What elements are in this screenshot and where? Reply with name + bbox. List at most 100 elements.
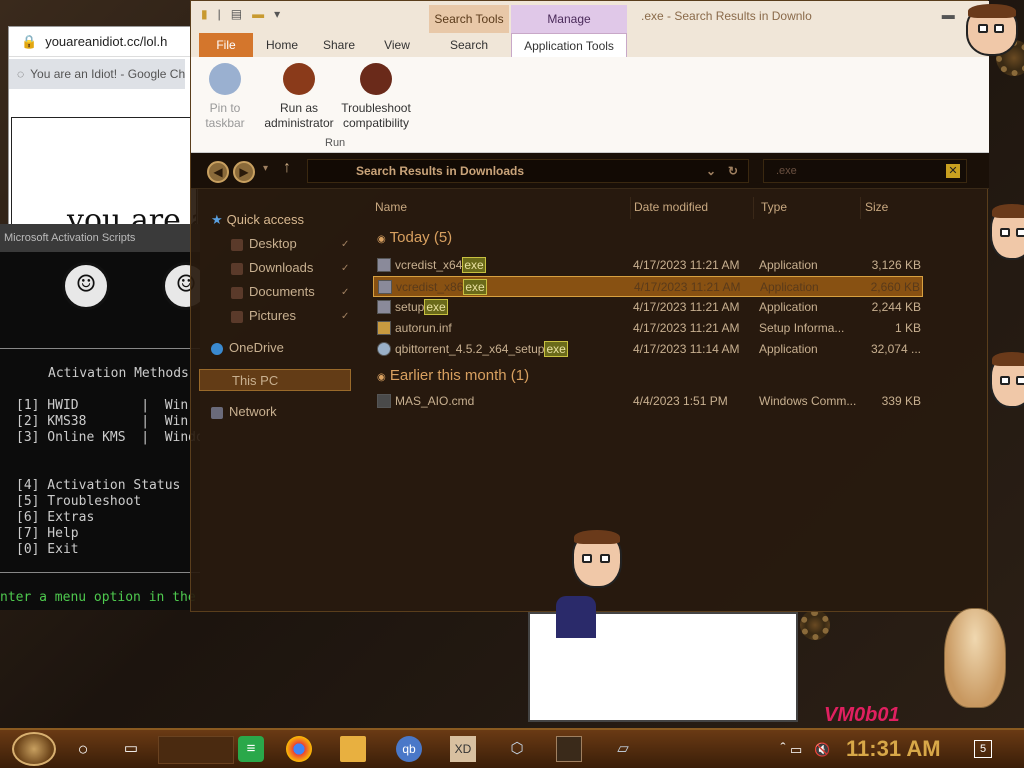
menu-option: [2] KMS38 | Win	[16, 414, 189, 429]
collapse-icon: ◉	[377, 234, 386, 245]
idiot-text: you are an idiot	[67, 203, 196, 225]
address-bar[interactable]: 🔒 youareanidiot.cc/lol.h	[9, 27, 197, 57]
disk-app-icon[interactable]: ▱	[610, 736, 636, 762]
menu-option: [1] HWID | Win	[16, 398, 189, 413]
file-date: 4/17/2023 11:21 AM	[633, 321, 740, 335]
notes-app-icon[interactable]: ≡	[238, 736, 264, 762]
tab-share[interactable]: Share	[311, 33, 367, 57]
file-type: Application	[759, 300, 818, 314]
navigation-pane: ★ Quick access Desktop ✓ Downloads ✓ Docu…	[191, 189, 361, 613]
ribbon-tab-bar: ▮ | ▤ ▬ ▾ Search Tools Manage .exe - Sea…	[191, 1, 989, 57]
cartoon-body	[556, 596, 596, 638]
gear-decoration	[800, 610, 830, 640]
cmd-prompt[interactable]: nter a menu option in the keyboard [1,2,…	[0, 590, 200, 605]
nav-item-this-pc[interactable]: This PC	[199, 369, 351, 391]
network-icon[interactable]: ▭	[790, 742, 802, 758]
tab-file[interactable]: File	[199, 33, 253, 57]
file-explorer-window[interactable]: ▮ | ▤ ▬ ▾ Search Tools Manage .exe - Sea…	[190, 0, 989, 613]
refresh-icon[interactable]: ↻	[728, 160, 738, 182]
downloads-icon	[231, 262, 243, 275]
file-ext-highlight: exe	[463, 279, 487, 295]
file-name: autorun.inf	[395, 321, 452, 335]
browser-tab[interactable]: ◌ You are an Idiot! - Google Ch	[9, 59, 186, 89]
tab-application-tools[interactable]: Application Tools	[511, 33, 627, 57]
minimize-icon[interactable]: ▬	[942, 7, 955, 23]
nav-item-network[interactable]: Network	[211, 401, 277, 423]
group-label: Today (5)	[389, 229, 453, 246]
table-row[interactable]: qbittorrent_4.5.2_x64_setup exe 4/17/2023…	[373, 339, 923, 360]
table-row[interactable]: MAS_AIO.cmd 4/4/2023 1:51 PM Windows Com…	[373, 391, 923, 412]
file-name: vcredist_x86 exe	[396, 279, 487, 295]
column-header-name[interactable]: Name	[375, 197, 631, 219]
up-arrow-icon[interactable]: ↑	[283, 159, 291, 177]
chrome-icon[interactable]	[286, 736, 312, 762]
clear-search-icon[interactable]: ✕	[946, 164, 960, 178]
cartoon-face-icon	[990, 204, 1024, 260]
recent-locations-icon[interactable]: ▾	[263, 163, 268, 174]
search-circle-icon[interactable]: ○	[70, 736, 96, 762]
nav-item-downloads[interactable]: Downloads	[231, 257, 313, 279]
column-header-type[interactable]: Type	[761, 197, 861, 219]
tab-view[interactable]: View	[369, 33, 425, 57]
table-row[interactable]: vcredist_x64 exe 4/17/2023 11:21 AM Appli…	[373, 255, 923, 276]
documents-icon	[231, 286, 243, 299]
volume-muted-icon[interactable]: 🔇	[814, 742, 830, 758]
file-name: vcredist_x64 exe	[395, 257, 486, 273]
new-folder-icon[interactable]: ▬	[252, 7, 264, 21]
divider	[0, 572, 200, 573]
task-view-icon[interactable]: ▭	[118, 736, 144, 762]
quick-access-toolbar: ▮ | ▤ ▬ ▾	[201, 7, 280, 21]
nav-item-documents[interactable]: Documents	[231, 281, 315, 303]
chrome-window[interactable]: ◌ You are an Idiot! - Google Ch 🔒 youare…	[8, 26, 198, 226]
column-header-size[interactable]: Size	[865, 197, 925, 219]
group-header-today[interactable]: ◉ Today (5)	[377, 229, 452, 246]
file-explorer-icon[interactable]	[340, 736, 366, 762]
ribbon-panel: Pin to taskbar Run as administrator Trou…	[191, 57, 989, 153]
inf-file-icon	[377, 321, 391, 335]
table-row[interactable]: autorun.inf 4/17/2023 11:21 AM Setup Inf…	[373, 318, 923, 339]
desktop-icon	[231, 238, 243, 251]
nav-item-desktop[interactable]: Desktop	[231, 233, 297, 255]
nav-label: Network	[229, 404, 277, 419]
forward-button[interactable]: ▶	[233, 161, 255, 183]
installer-icon	[378, 280, 392, 294]
properties-icon[interactable]: ▤	[231, 7, 242, 21]
folder-icon[interactable]: ▮	[201, 7, 208, 21]
tab-search[interactable]: Search	[429, 33, 509, 57]
start-button[interactable]	[12, 732, 56, 766]
browser-tab-title: You are an Idiot! - Google Ch	[30, 67, 186, 81]
pin-icon: ✓	[341, 239, 350, 250]
tab-home[interactable]: Home	[255, 33, 309, 57]
taskbar-clock[interactable]: 11:31 AM	[846, 736, 941, 762]
table-row[interactable]: setup exe 4/17/2023 11:21 AM Application …	[373, 297, 923, 318]
group-header-earlier[interactable]: ◉ Earlier this month (1)	[377, 367, 529, 384]
glasses	[994, 24, 1004, 33]
nav-label: OneDrive	[229, 340, 284, 355]
cloud-icon	[211, 342, 223, 355]
back-button[interactable]: ◀	[207, 161, 229, 183]
notification-center-icon[interactable]: 5	[974, 740, 992, 758]
file-type: Application	[759, 342, 818, 356]
run-as-administrator-button[interactable]: Run as administrator	[259, 63, 339, 131]
address-bar[interactable]: Search Results in Downloads ⌄ ↻	[307, 159, 749, 183]
search-input[interactable]: .exe ✕	[763, 159, 967, 183]
nav-item-pictures[interactable]: Pictures	[231, 305, 296, 327]
nav-item-onedrive[interactable]: OneDrive	[211, 337, 284, 359]
qbittorrent-icon[interactable]: qb	[396, 736, 422, 762]
nav-item-quick-access[interactable]: ★ Quick access	[211, 209, 304, 231]
chevron-down-icon[interactable]: ⌄	[706, 160, 716, 182]
file-date: 4/4/2023 1:51 PM	[633, 394, 728, 408]
network-icon	[211, 406, 223, 419]
customize-qat-icon[interactable]: ▾	[274, 7, 280, 21]
file-date: 4/17/2023 11:21 AM	[633, 300, 740, 314]
app-icon[interactable]	[556, 736, 582, 762]
xd-app-icon[interactable]: XD	[450, 736, 476, 762]
virtualbox-icon[interactable]: ⬡	[504, 736, 530, 762]
taskbar-search-box[interactable]	[158, 736, 234, 764]
cmd-window[interactable]: Microsoft Activation Scripts ☺ ☺ Activat…	[0, 224, 200, 610]
url-text: youareanidiot.cc/lol.h	[45, 34, 168, 49]
column-header-date[interactable]: Date modified	[634, 197, 754, 219]
table-row-selected[interactable]: vcredist_x86 exe 4/17/2023 11:21 AM Appli…	[373, 276, 923, 297]
pin-to-taskbar-button[interactable]: Pin to taskbar	[201, 63, 249, 131]
troubleshoot-compatibility-button[interactable]: Troubleshoot compatibility	[341, 63, 411, 131]
